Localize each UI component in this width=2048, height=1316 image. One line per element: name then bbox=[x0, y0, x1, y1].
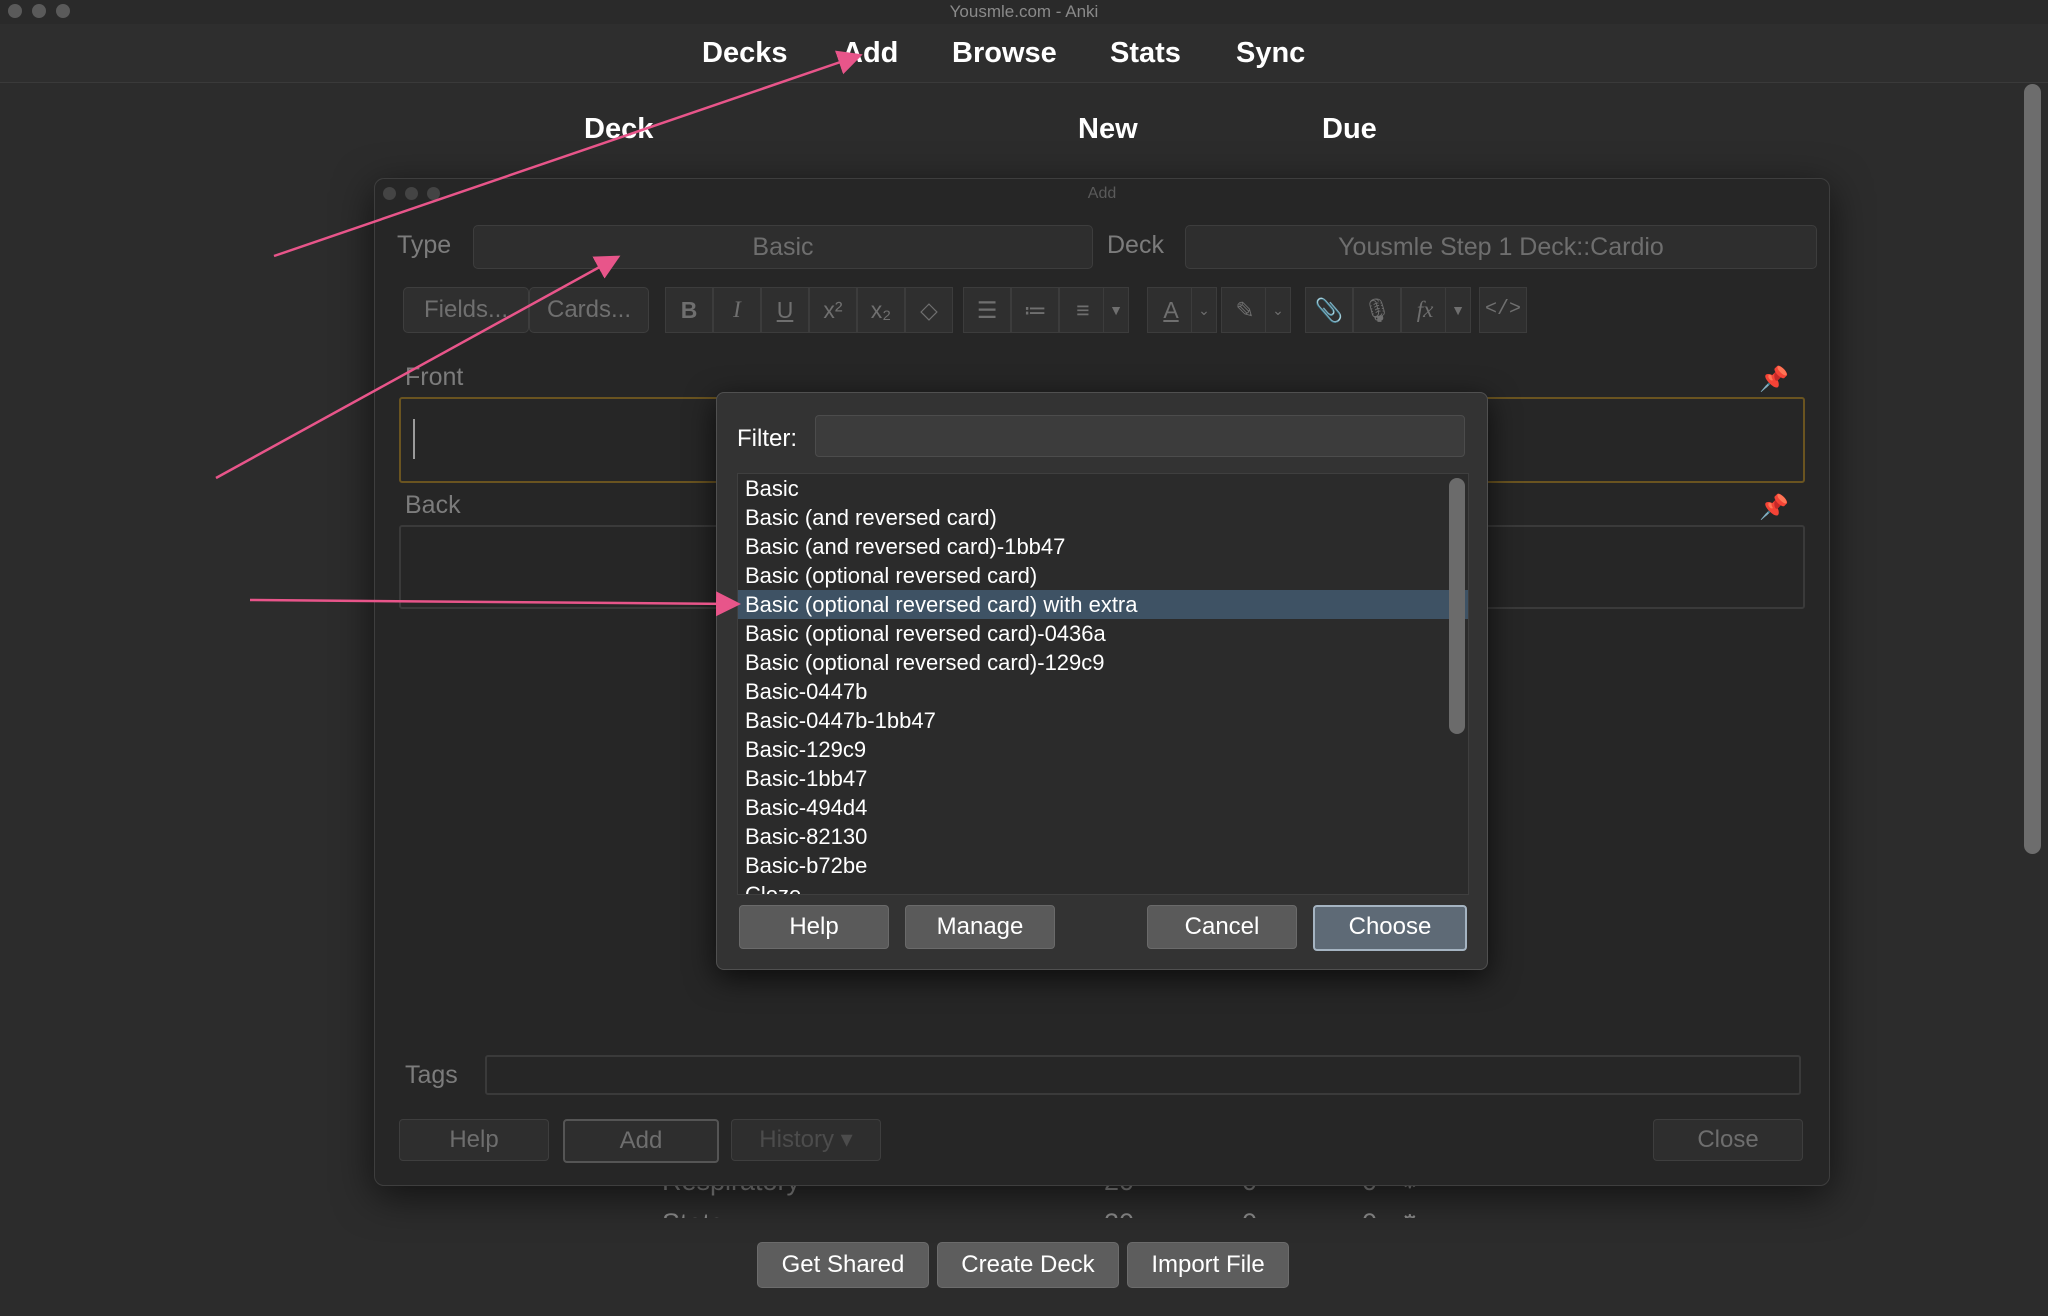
cancel-button[interactable]: Cancel bbox=[1147, 905, 1297, 949]
note-type-item[interactable]: Basic (optional reversed card) with extr… bbox=[738, 590, 1468, 619]
note-type-item[interactable]: Basic-82130 bbox=[738, 822, 1468, 851]
front-label: Front bbox=[405, 363, 464, 391]
note-type-item[interactable]: Basic-1bb47 bbox=[738, 764, 1468, 793]
superscript-icon[interactable]: x² bbox=[809, 287, 857, 333]
highlight-dropdown-icon[interactable]: ⌄ bbox=[1265, 287, 1291, 333]
deck-column-header: Deck bbox=[584, 113, 654, 145]
note-type-item[interactable]: Basic-129c9 bbox=[738, 735, 1468, 764]
note-type-item[interactable]: Basic bbox=[738, 474, 1468, 503]
new-column-header: New bbox=[1078, 113, 1138, 145]
choose-note-type-dialog: Filter: Basic Basic (and reversed card) Ba… bbox=[716, 392, 1488, 970]
list-scrollbar-thumb[interactable] bbox=[1449, 478, 1465, 734]
note-type-item[interactable]: Cloze bbox=[738, 880, 1468, 894]
tags-label: Tags bbox=[405, 1061, 458, 1089]
eraser-icon[interactable]: ◇ bbox=[905, 287, 953, 333]
filter-label: Filter: bbox=[737, 425, 797, 452]
choose-button[interactable]: Choose bbox=[1313, 905, 1467, 951]
numbered-list-icon[interactable]: ≔ bbox=[1011, 287, 1059, 333]
top-nav: Decks Add Browse Stats Sync bbox=[0, 24, 2048, 83]
due-column-header: Due bbox=[1322, 113, 1377, 145]
pin-icon[interactable]: 📌 bbox=[1759, 493, 1789, 522]
import-file-button[interactable]: Import File bbox=[1127, 1242, 1289, 1288]
note-type-button[interactable]: Basic bbox=[473, 225, 1093, 269]
tags-field[interactable] bbox=[485, 1055, 1801, 1095]
html-editor-icon[interactable]: </> bbox=[1479, 287, 1527, 333]
nav-decks[interactable]: Decks bbox=[702, 37, 787, 70]
window-title: Yousmle.com - Anki bbox=[949, 2, 1099, 21]
bold-icon[interactable]: B bbox=[665, 287, 713, 333]
align-icon[interactable]: ≡ bbox=[1059, 287, 1107, 333]
nav-stats[interactable]: Stats bbox=[1110, 37, 1181, 70]
text-cursor bbox=[413, 419, 415, 459]
create-deck-button[interactable]: Create Deck bbox=[937, 1242, 1119, 1288]
help-button[interactable]: Help bbox=[739, 905, 889, 949]
function-icon[interactable]: fx bbox=[1401, 287, 1449, 333]
nav-browse[interactable]: Browse bbox=[952, 37, 1057, 70]
note-type-item[interactable]: Basic (and reversed card) bbox=[738, 503, 1468, 532]
help-button[interactable]: Help bbox=[399, 1119, 549, 1161]
deck-select-button[interactable]: Yousmle Step 1 Deck::Cardio bbox=[1185, 225, 1817, 269]
note-type-item[interactable]: Basic-0447b bbox=[738, 677, 1468, 706]
main-scrollbar-thumb[interactable] bbox=[2024, 84, 2041, 854]
attachment-icon[interactable]: 📎 bbox=[1305, 287, 1353, 333]
function-dropdown-icon[interactable]: ▼ bbox=[1445, 287, 1471, 333]
microphone-icon[interactable]: 🎙 bbox=[1353, 287, 1401, 333]
manage-button[interactable]: Manage bbox=[905, 905, 1055, 949]
underline-icon[interactable]: U bbox=[761, 287, 809, 333]
back-label: Back bbox=[405, 491, 461, 519]
note-type-list-items: Basic Basic (and reversed card) Basic (and… bbox=[738, 474, 1468, 894]
note-type-item[interactable]: Basic (optional reversed card)-0436a bbox=[738, 619, 1468, 648]
text-color-icon[interactable]: A bbox=[1147, 287, 1195, 333]
italic-icon[interactable]: I bbox=[713, 287, 761, 333]
cards-button[interactable]: Cards... bbox=[529, 287, 649, 333]
highlight-icon[interactable]: ✎ bbox=[1221, 287, 1269, 333]
type-label: Type bbox=[397, 231, 452, 259]
get-shared-button[interactable]: Get Shared bbox=[757, 1242, 929, 1288]
nav-sync[interactable]: Sync bbox=[1236, 37, 1305, 70]
add-window-title: Add bbox=[1087, 185, 1117, 202]
note-type-item[interactable]: Basic-494d4 bbox=[738, 793, 1468, 822]
bullet-list-icon[interactable]: ☰ bbox=[963, 287, 1011, 333]
note-type-item[interactable]: Basic (optional reversed card) bbox=[738, 561, 1468, 590]
text-color-dropdown-icon[interactable]: ⌄ bbox=[1191, 287, 1217, 333]
history-button[interactable]: History ▾ bbox=[731, 1119, 881, 1161]
note-type-item[interactable]: Basic-b72be bbox=[738, 851, 1468, 880]
filter-input[interactable] bbox=[815, 415, 1465, 457]
align-dropdown-icon[interactable]: ▼ bbox=[1103, 287, 1129, 333]
add-button[interactable]: Add bbox=[563, 1119, 719, 1163]
title-bar: Yousmle.com - Anki bbox=[0, 0, 2048, 25]
note-type-list[interactable]: Basic Basic (and reversed card) Basic (and… bbox=[737, 473, 1469, 895]
nav-add[interactable]: Add bbox=[842, 37, 898, 70]
deck-label: Deck bbox=[1107, 231, 1164, 259]
note-type-item[interactable]: Basic-0447b-1bb47 bbox=[738, 706, 1468, 735]
subscript-icon[interactable]: x₂ bbox=[857, 287, 905, 333]
fields-button[interactable]: Fields... bbox=[403, 287, 529, 333]
pin-icon[interactable]: 📌 bbox=[1759, 365, 1789, 394]
close-button[interactable]: Close bbox=[1653, 1119, 1803, 1161]
note-type-item[interactable]: Basic (optional reversed card)-129c9 bbox=[738, 648, 1468, 677]
note-type-item[interactable]: Basic (and reversed card)-1bb47 bbox=[738, 532, 1468, 561]
